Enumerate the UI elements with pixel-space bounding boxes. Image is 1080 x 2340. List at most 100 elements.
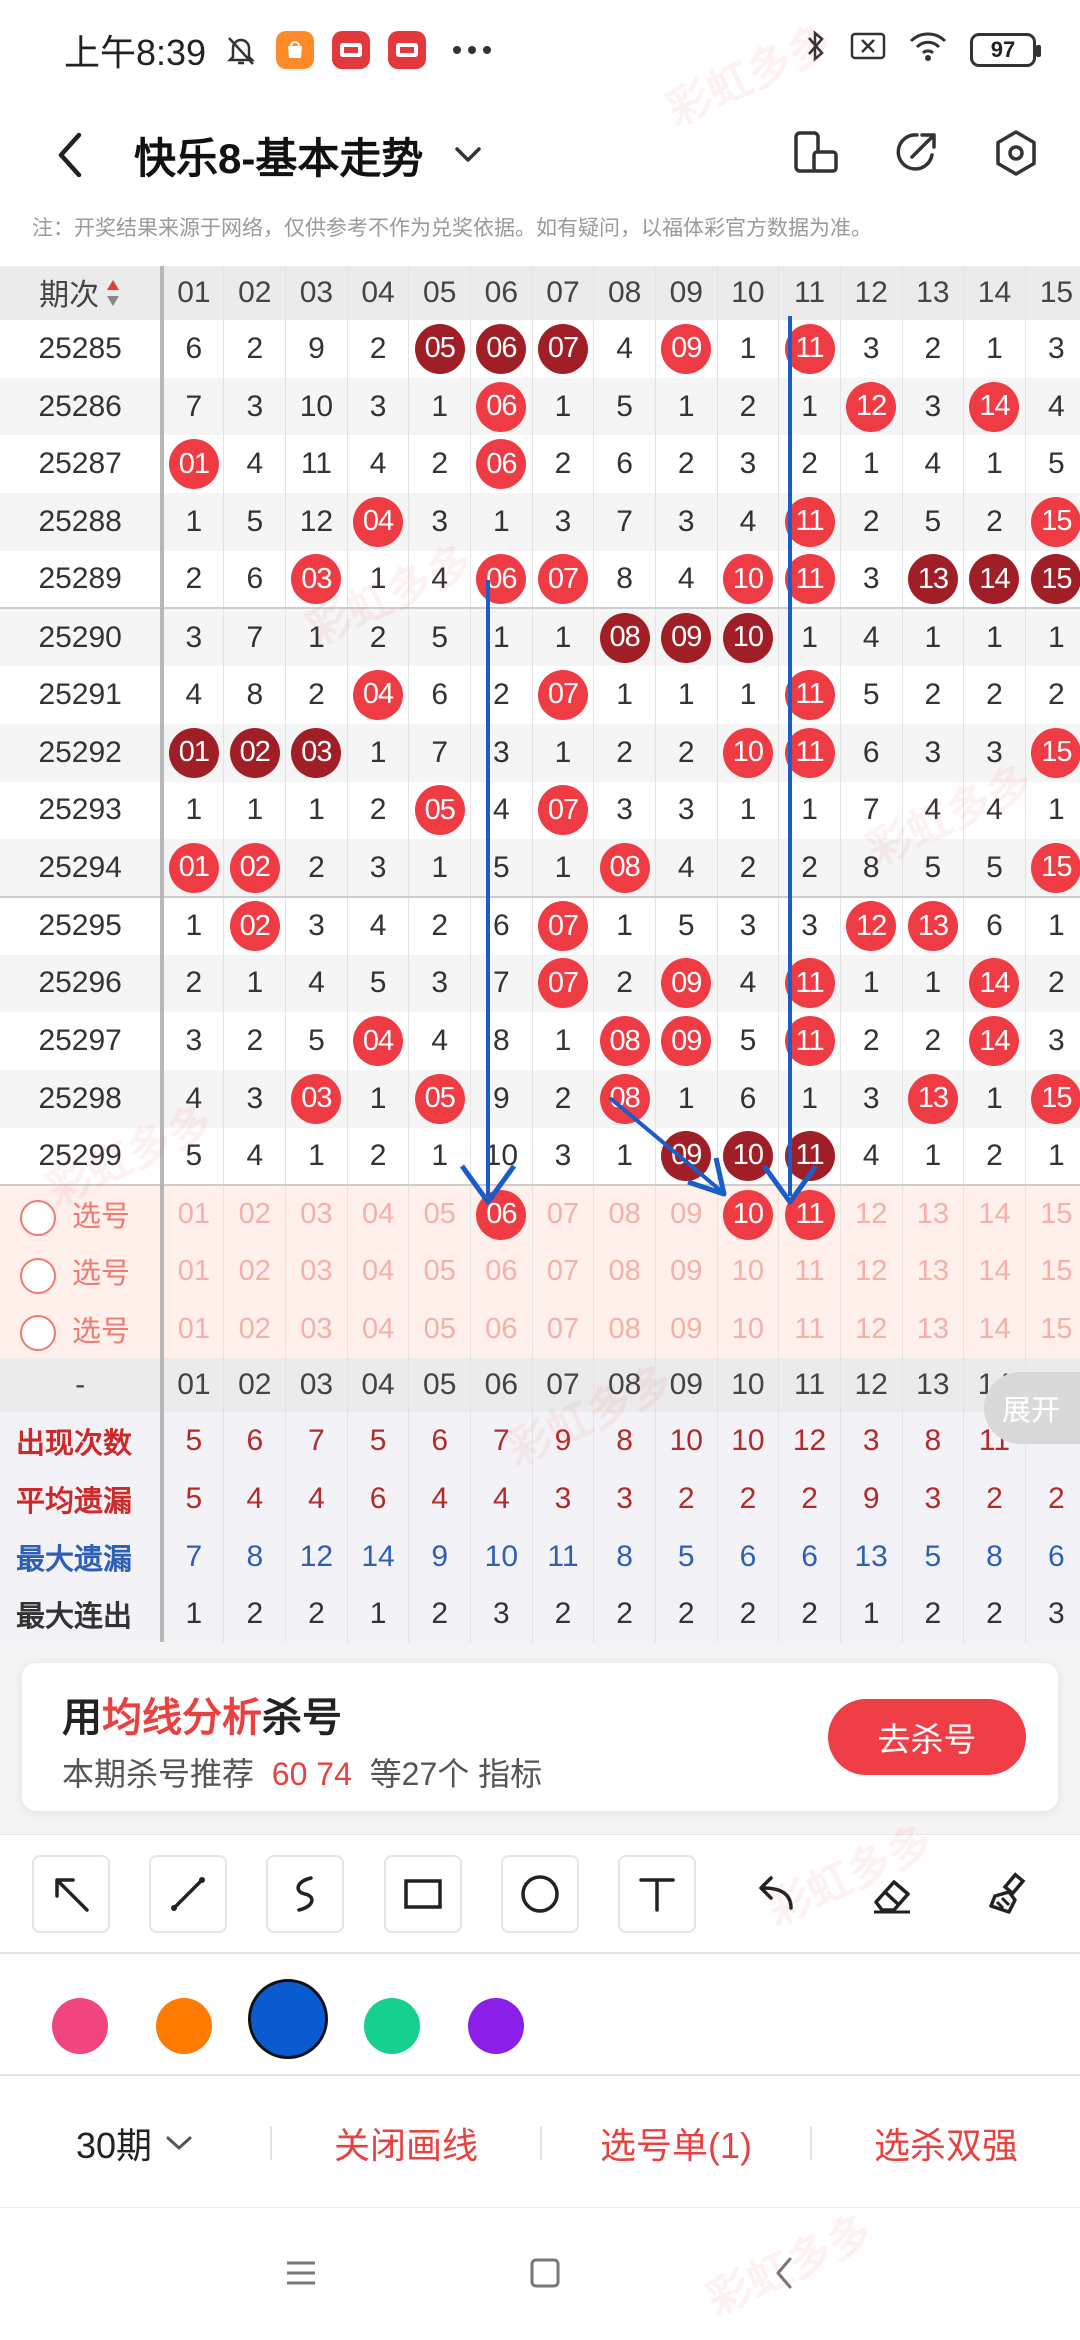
table-row: 25287 01 4 11 4 2 06 2 6 2 3 2 1 4 1 5 [0, 435, 1080, 494]
pick-cell[interactable]: 13 [901, 1243, 964, 1301]
pick-cell[interactable]: 13 [901, 1184, 964, 1243]
settings-button[interactable] [992, 129, 1040, 182]
miss-count: 7 [470, 954, 533, 1013]
pick-cell[interactable]: 09 [654, 1300, 718, 1359]
kill-number-promo[interactable]: 用均线分析杀号 本期杀号推荐 60 74 等27个 指标 去杀号 [22, 1663, 1058, 1811]
stats-value: 4 [285, 1470, 348, 1528]
promo-sub-count: 等27个 [369, 1756, 470, 1792]
pick-cell[interactable]: 01 [161, 1300, 224, 1359]
pick-cell[interactable]: 06 [470, 1300, 533, 1359]
pick-cell[interactable]: 01 [161, 1184, 224, 1243]
pick-row-toggle[interactable]: 选号 [0, 1184, 165, 1243]
pick-cell[interactable]: 11 [778, 1300, 841, 1359]
nav-menu-button[interactable] [284, 2258, 318, 2293]
color-swatch-pink[interactable] [52, 1998, 108, 2054]
miss-count: 4 [223, 435, 286, 494]
pick-cell[interactable]: 12 [839, 1243, 903, 1301]
pick-cell[interactable]: 13 [901, 1300, 964, 1359]
pick-cell[interactable]: 02 [223, 1184, 286, 1243]
pick-cell[interactable]: 02 [223, 1300, 286, 1359]
pick-cell[interactable]: 05 [408, 1300, 471, 1359]
miss-count: 1 [839, 954, 903, 1013]
color-swatch-blue-selected[interactable] [248, 1979, 328, 2059]
pick-cell[interactable]: 15 [1024, 1184, 1080, 1243]
line-tool-button[interactable] [148, 1854, 227, 1933]
pick-cell[interactable]: 08 [593, 1243, 656, 1301]
pick-cell[interactable]: 09 [654, 1184, 718, 1243]
stats-value: 2 [778, 1585, 841, 1642]
pick-row-toggle[interactable]: 选号 [0, 1243, 165, 1301]
pick-cell[interactable]: 10 [716, 1243, 779, 1301]
miss-count: 2 [1024, 666, 1080, 724]
go-kill-button[interactable]: 去杀号 [828, 1699, 1026, 1775]
pick-cell[interactable]: 15 [1024, 1243, 1080, 1301]
pick-cell[interactable]: 03 [285, 1300, 348, 1359]
nav-home-button[interactable] [528, 2256, 562, 2295]
pick-list-button[interactable]: 选号单(1) [542, 2117, 810, 2169]
grid-cell: 11 [778, 666, 841, 724]
pick-cell[interactable]: 12 [839, 1184, 903, 1243]
miss-count: 1 [346, 1069, 409, 1128]
pick-cell[interactable]: 14 [963, 1300, 1026, 1359]
pick-cell[interactable]: 11 [778, 1243, 841, 1301]
pick-cell[interactable]: 04 [346, 1243, 409, 1301]
pick-cell[interactable]: 08 [593, 1300, 656, 1359]
miss-count: 3 [1024, 1012, 1080, 1070]
drawn-number-ball: 15 [1031, 1073, 1080, 1124]
color-swatch-green[interactable] [364, 1998, 420, 2054]
text-tool-button[interactable] [618, 1854, 697, 1933]
pick-cell[interactable]: 10 [716, 1300, 779, 1359]
pick-cell[interactable]: 14 [963, 1243, 1026, 1301]
grid-cell: 09 [654, 954, 718, 1013]
share-button[interactable] [892, 129, 940, 182]
period-sort-header[interactable]: 期次 [0, 266, 165, 320]
pick-cell[interactable]: 11 [778, 1184, 841, 1243]
pick-cell[interactable]: 01 [161, 1243, 224, 1301]
pick-cell[interactable]: 05 [408, 1184, 471, 1243]
pick-cell[interactable]: 04 [346, 1300, 409, 1359]
clear-tool-button[interactable] [970, 1854, 1049, 1933]
pick-cell[interactable]: 09 [654, 1243, 718, 1301]
lottery-type-dropdown[interactable] [453, 145, 483, 165]
pick-cell[interactable]: 05 [408, 1243, 471, 1301]
stats-value: 11 [531, 1527, 594, 1586]
pick-cell[interactable]: 04 [346, 1184, 409, 1243]
kill-double-strong-button[interactable]: 选杀双强 [812, 2117, 1080, 2169]
eraser-tool-button[interactable] [852, 1854, 931, 1933]
pick-cell[interactable]: 06 [470, 1184, 533, 1243]
miss-count: 6 [470, 895, 533, 955]
period-count-dropdown[interactable]: 30期 [0, 2117, 270, 2169]
pick-cell[interactable]: 07 [531, 1184, 594, 1243]
stats-value: 3 [470, 1585, 533, 1642]
pick-cell[interactable]: 12 [839, 1300, 903, 1359]
miss-count: 1 [839, 435, 903, 494]
color-swatch-purple[interactable] [468, 1998, 524, 2054]
nav-back-button[interactable] [772, 2255, 796, 2296]
miss-count: 2 [531, 1069, 594, 1128]
circle-tool-button[interactable] [500, 1854, 579, 1933]
expand-stats-button[interactable]: 展开 [984, 1372, 1080, 1444]
pick-cell[interactable]: 07 [531, 1243, 594, 1301]
pick-cell[interactable]: 03 [285, 1243, 348, 1301]
pick-cell[interactable]: 14 [963, 1184, 1026, 1243]
rectangle-tool-button[interactable] [383, 1854, 462, 1933]
pick-cell[interactable]: 15 [1024, 1300, 1080, 1359]
arrow-tool-button[interactable] [31, 1854, 110, 1933]
arrow-up-left-icon [54, 1877, 89, 1912]
miss-count: 1 [408, 377, 471, 436]
battery-indicator: 97 [970, 33, 1041, 67]
pick-cell[interactable]: 02 [223, 1243, 286, 1301]
pick-cell[interactable]: 10 [716, 1184, 779, 1243]
pick-cell[interactable]: 07 [531, 1300, 594, 1359]
undo-tool-button[interactable] [735, 1854, 814, 1933]
close-drawing-button[interactable]: 关闭画线 [272, 2117, 540, 2169]
screen-rotate-button[interactable] [790, 128, 840, 183]
trend-grid-container[interactable]: 期次 01 02 03 04 05 06 07 08 09 10 11 12 13 14 15 25285 6 2 9… [0, 266, 1080, 1642]
pick-row-toggle[interactable]: 选号 [0, 1300, 165, 1359]
curve-tool-button[interactable] [266, 1854, 345, 1933]
back-button[interactable] [40, 125, 100, 185]
pick-cell[interactable]: 06 [470, 1243, 533, 1301]
pick-cell[interactable]: 08 [593, 1184, 656, 1243]
color-swatch-orange[interactable] [156, 1998, 212, 2054]
pick-cell[interactable]: 03 [285, 1184, 348, 1243]
